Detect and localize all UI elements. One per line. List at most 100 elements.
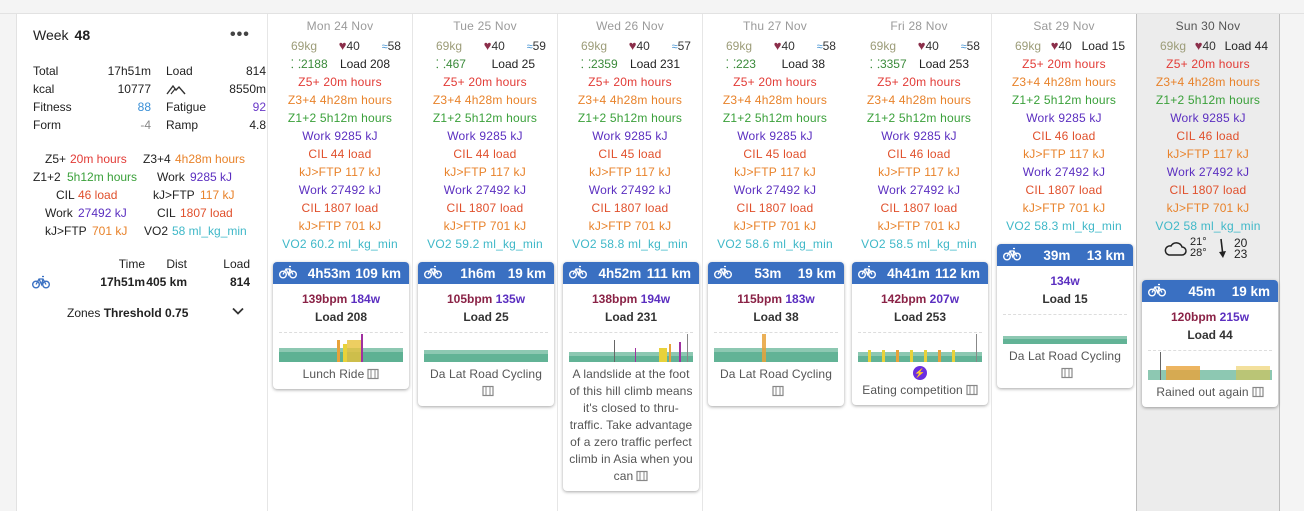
activity-name[interactable]: Da Lat Road Cycling [1003,348,1127,382]
day-zone-line: Work 9285 kJ [737,129,813,143]
activity-card[interactable]: 39m 13 km 134w Load 15 Da Lat Road Cycling [997,244,1133,388]
stat-row-form: Form -4 Ramp 4.8 [33,116,266,134]
zone-label: Work [45,206,73,220]
map-icon[interactable] [1060,367,1073,379]
activity-name[interactable]: Lunch Ride [279,366,403,383]
day-zone-line: kJ>FTP 117 kJ [589,165,671,179]
day-header: Wed 26 Nov [596,19,664,33]
day-zone-line: kJ>FTP 701 kJ [1022,201,1106,215]
activity-card-header: 1h6m 19 km [418,262,554,284]
weight-value: 69kg [581,39,608,53]
hrv-value: 58 [387,39,401,53]
day-metrics-row: 69kg ♥40 ≈57 [558,37,702,55]
activity-bpm: 105bpm [446,292,493,306]
day-zone-line: Work 9285 kJ [447,129,523,143]
activity-name[interactable]: Da Lat Road Cycling [424,366,548,400]
day-metrics-row: 69kg ♥40 ≈58 [703,37,847,55]
resting-hr-value: 40 [346,39,360,53]
zone-row-3: CIL 46 load kJ>FTP 117 kJ [17,186,268,204]
form-label: Form [33,118,61,132]
map-icon[interactable] [367,368,379,380]
activity-card[interactable]: 4h41m 112 km 142bpm 207w Load 253 ⚡ Eating co… [852,262,988,405]
footprint-icon: ⸬ [291,57,301,71]
stat-row-fitness: Fitness 88 Fatigue 92 [33,98,266,116]
resting-hr-value: 40 [781,39,795,53]
activity-distance: 112 km [934,265,980,281]
bicycle-icon [569,265,593,282]
map-icon[interactable] [636,470,648,482]
activity-name-text: A landslide at the foot of this hill cli… [569,367,693,483]
day-column: Thu 27 Nov 69kg ♥40 ≈58 ⸬223 Load 38 Z5+ 20m h… [703,14,848,511]
day-load: Load 15 [1081,39,1125,53]
day-zone-line: CIL 1807 load [1169,183,1247,197]
day-metrics-row-2: ⸬223 Load 38 [703,55,847,73]
steps: ⸬2359 [581,55,618,73]
day-zone-line: VO2 58 ml_kg_min [1155,219,1261,233]
activity-name[interactable]: Da Lat Road Cycling [714,366,838,400]
hrv: ≈57 [672,37,691,55]
activity-bpm: 138bpm [591,292,638,306]
resting-hr: ♥40 [1195,37,1216,55]
zones-label: Zones [67,306,101,320]
activity-name[interactable]: A landslide at the foot of this hill cli… [569,366,693,485]
day-zone-line: Z3+4 4h28m hours [722,93,828,107]
steps-value: 223 [735,57,756,71]
zones-threshold-dropdown[interactable]: Zones Threshold 0.75 [67,306,244,320]
footprint-icon: ⸬ [581,57,591,71]
map-icon[interactable] [966,384,978,396]
day-zone-line: CIL 1807 load [446,201,524,215]
activity-card[interactable]: 1h6m 19 km 105bpm 135w Load 25 Da Lat Road C… [418,262,554,406]
day-zone-line: CIL 1807 load [591,201,669,215]
day-zone-line: Z3+4 4h28m hours [1011,75,1117,89]
activity-card[interactable]: 4h53m 109 km 139bpm 184w Load 208 Lunch Ride [273,262,409,389]
day-metrics-row: 69kg ♥40 ≈58 [847,37,991,55]
activity-watts: 184w [350,292,381,306]
steps-value: 467 [445,57,466,71]
activity-name-text: Lunch Ride [302,367,365,381]
week-summary-panel: Week 48 ••• Total 17h51m Load 814 kcal 10… [17,14,268,511]
wind-gust: 23 [1234,247,1248,261]
day-zone-line: kJ>FTP 117 kJ [878,165,960,179]
resting-hr-value: 40 [1202,39,1216,53]
activity-hr-power: 115bpm 183w [714,290,838,308]
day-zone-line: CIL 44 load [308,147,372,161]
activity-name[interactable]: Rained out again [1148,384,1272,401]
day-load: Load 208 [339,57,390,71]
zone-label: Z5+ [45,152,67,166]
activity-watts: 183w [785,292,815,306]
activity-card[interactable]: 4h52m 111 km 138bpm 194w Load 231 A landslid… [563,262,699,491]
map-icon[interactable] [481,385,494,397]
day-zone-line: kJ>FTP 117 kJ [734,165,816,179]
map-icon[interactable] [1252,386,1264,398]
map-icon[interactable] [771,385,784,397]
day-zone-line: Work 9285 kJ [881,129,957,143]
day-header: Thu 27 Nov [742,19,808,33]
resting-hr: ♥40 [629,37,650,55]
heart-icon: ♥ [1194,38,1203,53]
activity-card-header: 53m 19 km [708,262,844,284]
day-zone-line: Work 27492 kJ [1022,165,1106,179]
activity-card[interactable]: 45m 19 km 120bpm 215w Load 44 Rained out aga… [1142,280,1278,407]
left-gutter [0,14,17,511]
activity-name[interactable]: Eating competition [858,382,982,399]
week-title: Week 48 [33,27,90,43]
activity-card-body: 142bpm 207w Load 253 ⚡ Eating competition [852,284,988,405]
resting-hr-value: 40 [491,39,505,53]
day-zone-line: Work 9285 kJ [1170,111,1246,125]
activity-load: Load 253 [893,310,947,324]
more-horizontal-icon[interactable]: ••• [230,26,250,44]
activity-bpm: 115bpm [737,292,782,306]
resting-hr-value: 40 [1058,39,1072,53]
activity-duration: 53m [754,265,782,281]
time-label: Time [118,257,145,271]
day-column: Wed 26 Nov 69kg ♥40 ≈57 ⸬2359 Load 231 Z5+ 20m… [558,14,703,511]
activity-card[interactable]: 53m 19 km 115bpm 183w Load 38 Da Lat Road Cy… [708,262,844,406]
activity-load: Load 208 [314,310,368,324]
activity-totals: Time Dist Load 17h51m 405 km 814 [17,257,268,293]
activity-card-header: 4h41m 112 km [852,262,988,284]
day-zone-line: kJ>FTP 701 kJ [1166,201,1250,215]
zone-row-5: kJ>FTP 701 kJ VO2 58 ml_kg_min [17,222,268,240]
day-zone-line: Z1+2 5h12m hours [866,111,972,125]
zone-value: 20m hours [70,152,127,166]
fatigue-value: 92 [252,100,266,114]
